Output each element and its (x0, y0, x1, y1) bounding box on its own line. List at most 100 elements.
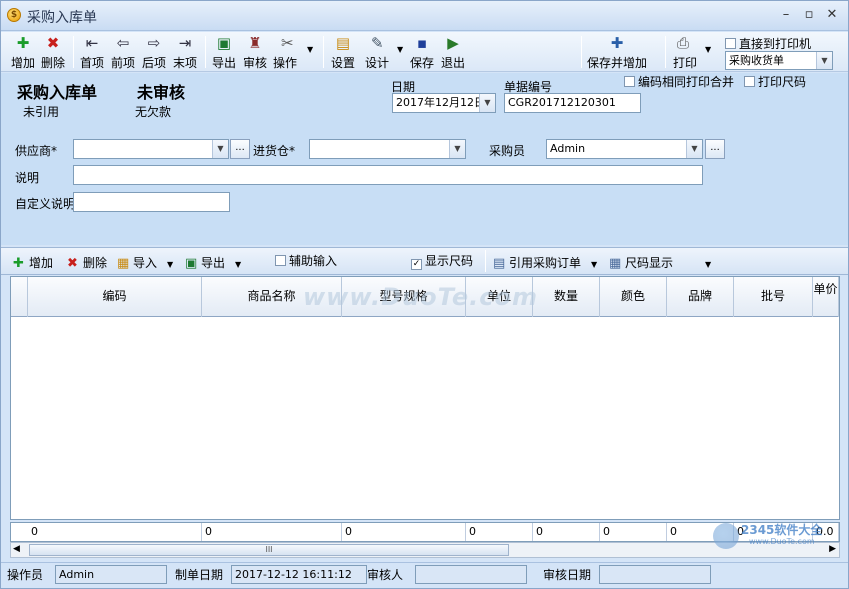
settings-button[interactable]: ▤ 设置 (329, 35, 357, 71)
chevron-down-icon[interactable]: ▼ (479, 94, 495, 112)
checkbox-box (275, 255, 286, 266)
column-header[interactable]: 数量 (533, 277, 600, 317)
save-and-add-button[interactable]: ✚ 保存并增加 (585, 35, 649, 71)
grid-icon: ▦ (609, 256, 622, 271)
design-menu-button[interactable]: ✎ 设计 ▼ (365, 35, 403, 71)
column-header[interactable]: 编码 (28, 277, 202, 317)
checkbox-box (744, 76, 755, 87)
merge-print-checkbox[interactable]: 编码相同打印合并 (624, 73, 734, 90)
auditor-field (415, 565, 527, 584)
date-picker[interactable]: 2017年12月12日 ▼ (392, 93, 496, 113)
chevron-down-icon: ▼ (167, 260, 174, 269)
order-icon: ▤ (493, 256, 506, 271)
excel-icon: ▣ (185, 256, 198, 271)
note-label: 说明 (15, 171, 40, 185)
export-button[interactable]: ▣ 导出 (210, 35, 238, 71)
debt-status: 无欠款 (135, 105, 172, 119)
next-button[interactable]: ⇨ 后项 (140, 35, 168, 71)
scroll-thumb[interactable]: III (29, 544, 509, 556)
import-icon: ▦ (117, 256, 130, 271)
chevron-down-icon[interactable]: ▼ (212, 140, 228, 158)
column-header[interactable]: 颜色 (600, 277, 667, 317)
printer-icon: ⎙ (677, 34, 690, 52)
print-size-checkbox[interactable]: 打印尺码 (744, 73, 806, 90)
created-date-field: 2017-12-12 16:11:12 (231, 565, 367, 584)
operator-field: Admin (55, 565, 167, 584)
warehouse-label: 进货仓* (253, 144, 296, 158)
maximize-button[interactable]: ▫ (800, 7, 818, 23)
assist-input-checkbox[interactable]: 辅助输入 (275, 252, 337, 269)
custom-note-field[interactable] (73, 192, 230, 212)
column-header[interactable]: 品牌 (667, 277, 734, 317)
footer-cell: 0 (466, 523, 533, 541)
doc-no-field[interactable]: CGR201712120301 (504, 93, 641, 113)
app-icon: $ (7, 8, 21, 22)
size-display-button[interactable]: ▦ 尺码显示 ▼ (609, 254, 711, 271)
chevron-down-icon: ▼ (705, 260, 712, 269)
corner-watermark-text: 2345软件大全 (741, 523, 823, 537)
print-direct-checkbox[interactable]: 直接到打印机 (725, 35, 811, 52)
row-selector-header (11, 277, 28, 317)
show-size-checkbox[interactable]: ✓ 显示尺码 (411, 252, 473, 270)
floppy-icon: ▪ (416, 34, 428, 52)
arrow-left-icon: ⇦ (116, 34, 130, 52)
checkbox-box (624, 76, 635, 87)
tools-icon: ✂ (281, 34, 294, 52)
toolbar-separator (205, 36, 206, 68)
footer-cell: 0 (342, 523, 466, 541)
detail-grid[interactable]: 编码 商品名称 型号规格 单位 数量 颜色 品牌 批号 单价 www.DuoTe… (10, 276, 840, 520)
print-template-select[interactable]: 采购收货单 ▼ (725, 51, 833, 70)
footer-cell: 0 (600, 523, 667, 541)
excel-icon: ▣ (216, 34, 232, 52)
grid-delete-button[interactable]: ✖ 删除 (67, 254, 107, 271)
doc-title: 采购入库单 (17, 83, 98, 102)
first-button[interactable]: ⇤ 首项 (78, 35, 106, 71)
audit-date-label: 审核日期 (543, 568, 592, 582)
warehouse-select[interactable]: ▼ (309, 139, 466, 159)
buyer-select[interactable]: Admin ▼ (546, 139, 703, 159)
exit-button[interactable]: ▶ 退出 (439, 35, 467, 71)
print-menu-button[interactable]: ⎙ 打印 ▼ (673, 35, 713, 71)
add-button[interactable]: ✚ 增加 (9, 35, 37, 71)
grid-add-button[interactable]: ✚ 增加 (13, 254, 53, 271)
close-button[interactable]: ✕ (823, 7, 841, 23)
chevron-down-icon[interactable]: ▼ (449, 140, 465, 158)
scroll-left-icon[interactable]: ◀ (13, 544, 20, 554)
toolbar-separator (581, 36, 582, 68)
buyer-browse-button[interactable]: ... (705, 139, 725, 159)
corner-watermark: 2345软件大全 www.DuoTe.com (713, 515, 843, 573)
supplier-select[interactable]: ▼ (73, 139, 229, 159)
chevron-down-icon[interactable]: ▼ (686, 140, 702, 158)
last-button[interactable]: ⇥ 末项 (171, 35, 199, 71)
watermark: www.DuoTe.com (303, 283, 538, 311)
plus-icon: ✚ (13, 256, 24, 271)
chevron-down-icon[interactable]: ▼ (816, 52, 832, 69)
grid-import-button[interactable]: ▦ 导入 ▼ (117, 254, 173, 271)
arrow-right-icon: ⇨ (147, 34, 161, 52)
header-form: 采购入库单 未审核 未引用 无欠款 日期 2017年12月12日 ▼ 单据编号 C… (1, 73, 848, 245)
ref-order-button[interactable]: ▤ 引用采购订单 ▼ (493, 254, 597, 271)
delete-icon: ✖ (46, 34, 60, 52)
save-button[interactable]: ▪ 保存 (408, 35, 436, 71)
plus-icon: ✚ (16, 34, 30, 52)
minimize-button[interactable]: – (777, 7, 795, 23)
operate-menu-button[interactable]: ✂ 操作 ▼ (273, 34, 313, 71)
checkbox-box: ✓ (411, 259, 422, 270)
prev-button[interactable]: ⇦ 前项 (109, 35, 137, 71)
audit-button[interactable]: ♜ 审核 (241, 35, 269, 71)
toolbar-separator (485, 250, 486, 272)
note-field[interactable] (73, 165, 703, 185)
supplier-browse-button[interactable]: ... (230, 139, 250, 159)
ref-status: 未引用 (23, 105, 60, 119)
column-header[interactable]: 批号 (734, 277, 813, 317)
delete-icon: ✖ (67, 256, 78, 271)
delete-button[interactable]: ✖ 删除 (39, 35, 67, 71)
first-icon: ⇤ (85, 34, 99, 52)
save-add-icon: ✚ (610, 34, 624, 52)
grid-export-button[interactable]: ▣ 导出 ▼ (185, 254, 241, 271)
auditor-label: 审核人 (367, 568, 404, 582)
operator-label: 操作员 (7, 568, 44, 582)
toolbar-separator (323, 36, 324, 68)
column-header[interactable]: 单价 (813, 277, 839, 317)
stamp-icon: ♜ (248, 34, 262, 52)
